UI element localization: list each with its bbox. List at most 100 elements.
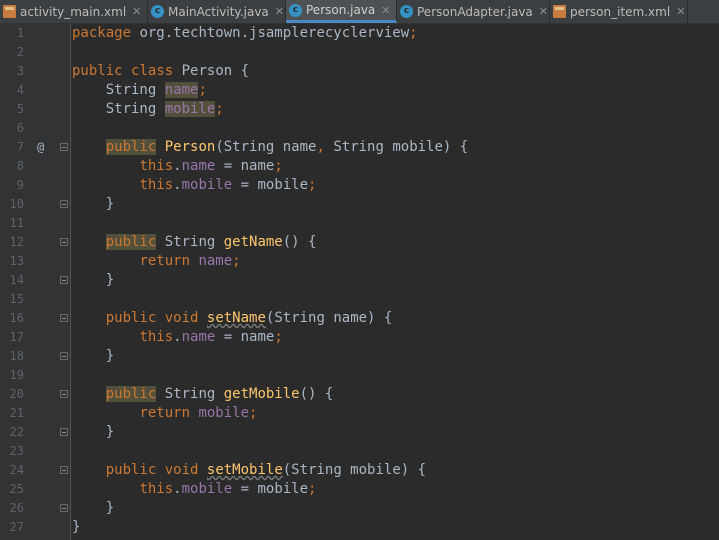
line-number: 24 (9, 463, 24, 477)
fold-toggle-icon[interactable] (60, 276, 68, 284)
close-icon[interactable]: ✕ (275, 5, 284, 18)
code-text: public class Person { (72, 63, 250, 79)
fold-toggle-icon[interactable] (60, 352, 68, 360)
close-icon[interactable]: ✕ (539, 5, 548, 18)
code-line: 15 (0, 290, 719, 309)
code-line: 12 public String getName() { (0, 233, 719, 252)
code-text: this.name = name; (139, 329, 283, 345)
close-icon[interactable]: ✕ (381, 4, 390, 17)
line-number: 12 (9, 235, 24, 249)
code-line: 9 this.mobile = mobile; (0, 176, 719, 195)
line-number: 5 (16, 102, 24, 116)
tab-person-adapter-java[interactable]: c PersonAdapter.java ✕ (397, 0, 550, 23)
code-text: public Person(String name, String mobile… (105, 139, 469, 155)
close-icon[interactable]: ✕ (676, 5, 685, 18)
code-text: String mobile; (72, 101, 224, 117)
code-text: this.name = name; (139, 158, 283, 174)
fold-toggle-icon[interactable] (60, 466, 68, 474)
code-line: 27 } (0, 518, 719, 537)
fold-toggle-icon[interactable] (60, 428, 68, 436)
code-text: return mobile; (139, 405, 258, 421)
close-icon[interactable]: ✕ (132, 5, 141, 18)
code-line: 20 public String getMobile() { (0, 385, 719, 404)
code-line: 22 } (0, 423, 719, 442)
line-number: 6 (16, 121, 24, 135)
code-line: 10 } (0, 195, 719, 214)
line-number: 4 (16, 83, 24, 97)
code-text: public String getName() { (105, 234, 317, 250)
override-marker-icon[interactable]: @ (37, 138, 44, 157)
tab-label: person_item.xml (570, 4, 671, 19)
line-number: 21 (9, 406, 24, 420)
fold-toggle-icon[interactable] (60, 143, 68, 151)
code-line: 5 String mobile; (0, 100, 719, 119)
line-number: 20 (9, 387, 24, 401)
code-text: } (72, 424, 115, 440)
code-text: this.mobile = mobile; (139, 481, 317, 497)
tab-label: Person.java (306, 3, 376, 17)
tab-label: activity_main.xml (20, 4, 127, 19)
tab-label: PersonAdapter.java (417, 4, 533, 19)
line-number: 26 (9, 501, 24, 515)
line-number: 2 (16, 45, 24, 59)
code-line: 2 (0, 43, 719, 62)
editor-tab-bar: activity_main.xml ✕ c MainActivity.java … (0, 0, 719, 24)
code-text: public String getMobile() { (105, 386, 334, 402)
code-line: 4 String name; (0, 81, 719, 100)
code-line: 11 (0, 214, 719, 233)
code-line: 23 (0, 442, 719, 461)
line-number: 7 (16, 140, 24, 154)
code-text: String name; (72, 82, 207, 98)
code-text: return name; (139, 253, 241, 269)
line-number: 9 (16, 178, 24, 192)
line-number: 22 (9, 425, 24, 439)
line-number: 23 (9, 444, 24, 458)
line-number: 14 (9, 273, 24, 287)
line-number: 25 (9, 482, 24, 496)
code-line: 13 return name; (0, 252, 719, 271)
code-line: 3 public class Person { (0, 62, 719, 81)
java-class-icon: c (400, 5, 413, 18)
java-class-icon: c (289, 3, 302, 17)
line-number: 27 (9, 520, 24, 534)
code-text: } (72, 196, 115, 212)
line-number: 3 (16, 64, 24, 78)
code-line: 8 this.name = name; (0, 157, 719, 176)
tab-label: MainActivity.java (168, 4, 269, 19)
code-line: 18 } (0, 347, 719, 366)
fold-toggle-icon[interactable] (60, 200, 68, 208)
code-line: 16 public void setName(String name) { (0, 309, 719, 328)
fold-toggle-icon[interactable] (60, 238, 68, 246)
line-number: 1 (16, 26, 24, 40)
xml-file-icon (3, 5, 16, 18)
tab-main-activity-java[interactable]: c MainActivity.java ✕ (148, 0, 286, 23)
code-line: 7 @ public Person(String name, String mo… (0, 138, 719, 157)
line-number: 8 (16, 159, 24, 173)
line-number: 11 (9, 216, 24, 230)
line-number: 17 (9, 330, 24, 344)
line-number: 19 (9, 368, 24, 382)
code-text: public void setMobile(String mobile) { (105, 462, 427, 478)
code-line: 14 } (0, 271, 719, 290)
code-text: } (72, 500, 115, 516)
code-text: public void setName(String name) { (105, 310, 393, 326)
tab-person-item-xml[interactable]: person_item.xml ✕ (550, 0, 688, 23)
code-text: } (72, 348, 115, 364)
line-number: 15 (9, 292, 24, 306)
code-line: 19 (0, 366, 719, 385)
code-line: 21 return mobile; (0, 404, 719, 423)
line-number: 16 (9, 311, 24, 325)
code-line: 17 this.name = name; (0, 328, 719, 347)
fold-toggle-icon[interactable] (60, 314, 68, 322)
fold-toggle-icon[interactable] (60, 390, 68, 398)
code-text: } (72, 519, 81, 535)
code-line: 24 public void setMobile(String mobile) … (0, 461, 719, 480)
fold-toggle-icon[interactable] (60, 504, 68, 512)
line-number: 18 (9, 349, 24, 363)
tab-person-java[interactable]: c Person.java ✕ (286, 0, 397, 23)
code-text: } (72, 272, 115, 288)
java-class-icon: c (151, 5, 164, 18)
tab-activity-main-xml[interactable]: activity_main.xml ✕ (0, 0, 148, 23)
code-line: 26 } (0, 499, 719, 518)
code-text: this.mobile = mobile; (139, 177, 317, 193)
